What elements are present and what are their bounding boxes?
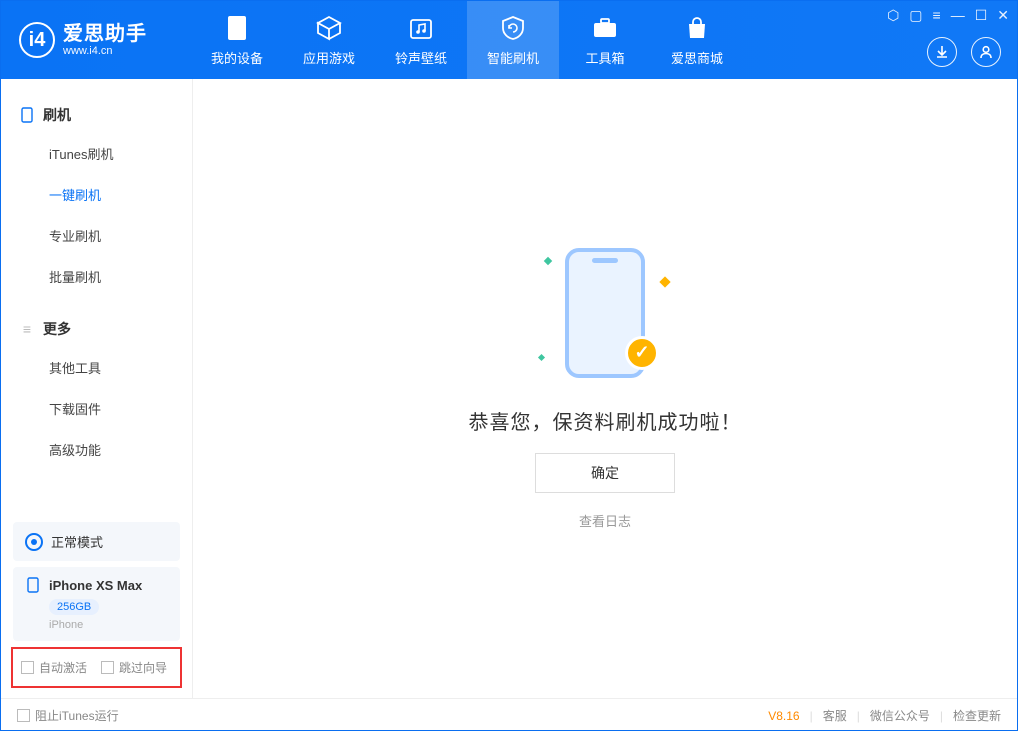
check-icon: ✓ <box>625 336 659 370</box>
close-icon[interactable]: ✕ <box>997 7 1009 24</box>
download-button[interactable] <box>927 37 957 67</box>
app-url: www.i4.cn <box>63 45 147 57</box>
device-icon <box>223 14 251 42</box>
footer-link-support[interactable]: 客服 <box>823 707 847 724</box>
tab-toolbox[interactable]: 工具箱 <box>559 1 651 79</box>
minimize-icon[interactable]: — <box>951 7 965 24</box>
device-card[interactable]: iPhone XS Max 256GB iPhone <box>13 567 180 641</box>
section-more: ≡ 更多 <box>1 311 192 347</box>
view-log-link[interactable]: 查看日志 <box>579 511 631 530</box>
section-flash: 刷机 <box>1 97 192 133</box>
ok-button[interactable]: 确定 <box>535 453 675 493</box>
shirt-icon[interactable]: ⬡ <box>887 7 899 24</box>
bag-icon <box>683 14 711 42</box>
window-controls: ⬡ ▢ ≡ — ☐ ✕ <box>887 7 1009 24</box>
sidebar-item-oneclick-flash[interactable]: 一键刷机 <box>49 174 192 215</box>
sidebar-item-batch-flash[interactable]: 批量刷机 <box>49 256 192 297</box>
storage-badge: 256GB <box>49 599 99 615</box>
footer-link-wechat[interactable]: 微信公众号 <box>870 707 930 724</box>
footer: 阻止iTunes运行 V8.16 | 客服 | 微信公众号 | 检查更新 <box>1 698 1017 732</box>
checkbox-skip-guide[interactable]: 跳过向导 <box>101 659 167 676</box>
phone-icon <box>19 107 35 123</box>
cube-icon <box>315 14 343 42</box>
tab-my-device[interactable]: 我的设备 <box>191 1 283 79</box>
tab-apps-games[interactable]: 应用游戏 <box>283 1 375 79</box>
sidebar: 刷机 iTunes刷机 一键刷机 专业刷机 批量刷机 ≡ 更多 其他工具 下载固… <box>1 79 193 698</box>
tab-store[interactable]: 爱思商城 <box>651 1 743 79</box>
sidebar-item-other-tools[interactable]: 其他工具 <box>49 347 192 388</box>
checkbox-block-itunes[interactable]: 阻止iTunes运行 <box>17 707 119 724</box>
music-folder-icon <box>407 14 435 42</box>
checkbox-auto-activate[interactable]: 自动激活 <box>21 659 87 676</box>
shield-refresh-icon <box>499 14 527 42</box>
success-message: 恭喜您，保资料刷机成功啦！ <box>469 406 742 435</box>
sidebar-item-download-firmware[interactable]: 下载固件 <box>49 388 192 429</box>
tab-ringtone-wallpaper[interactable]: 铃声壁纸 <box>375 1 467 79</box>
footer-link-update[interactable]: 检查更新 <box>953 707 1001 724</box>
header-right-buttons <box>927 37 1001 67</box>
list-icon: ≡ <box>19 321 35 337</box>
phone-icon <box>25 577 41 593</box>
sidebar-item-itunes-flash[interactable]: iTunes刷机 <box>49 133 192 174</box>
mode-card[interactable]: 正常模式 <box>13 522 180 561</box>
header: i4 爱思助手 www.i4.cn 我的设备 应用游戏 铃声壁纸 智能刷机 工具… <box>1 1 1017 79</box>
user-button[interactable] <box>971 37 1001 67</box>
sidebar-item-advanced[interactable]: 高级功能 <box>49 429 192 470</box>
device-type: iPhone <box>49 619 168 631</box>
app-name: 爱思助手 <box>63 23 147 45</box>
main-content: ✓ 恭喜您，保资料刷机成功啦！ 确定 查看日志 <box>193 79 1017 698</box>
app-logo: i4 爱思助手 www.i4.cn <box>1 1 191 79</box>
logo-icon: i4 <box>19 22 55 58</box>
mode-icon <box>25 533 43 551</box>
main-tabs: 我的设备 应用游戏 铃声壁纸 智能刷机 工具箱 爱思商城 <box>191 1 743 79</box>
maximize-icon[interactable]: ☐ <box>975 7 988 24</box>
version-label: V8.16 <box>768 709 799 723</box>
options-highlight-box: 自动激活 跳过向导 <box>11 647 182 688</box>
success-illustration: ✓ <box>545 248 665 388</box>
lock-icon[interactable]: ▢ <box>909 7 922 24</box>
tab-smart-flash[interactable]: 智能刷机 <box>467 1 559 79</box>
sidebar-item-pro-flash[interactable]: 专业刷机 <box>49 215 192 256</box>
toolbox-icon <box>591 14 619 42</box>
menu-icon[interactable]: ≡ <box>933 7 941 24</box>
